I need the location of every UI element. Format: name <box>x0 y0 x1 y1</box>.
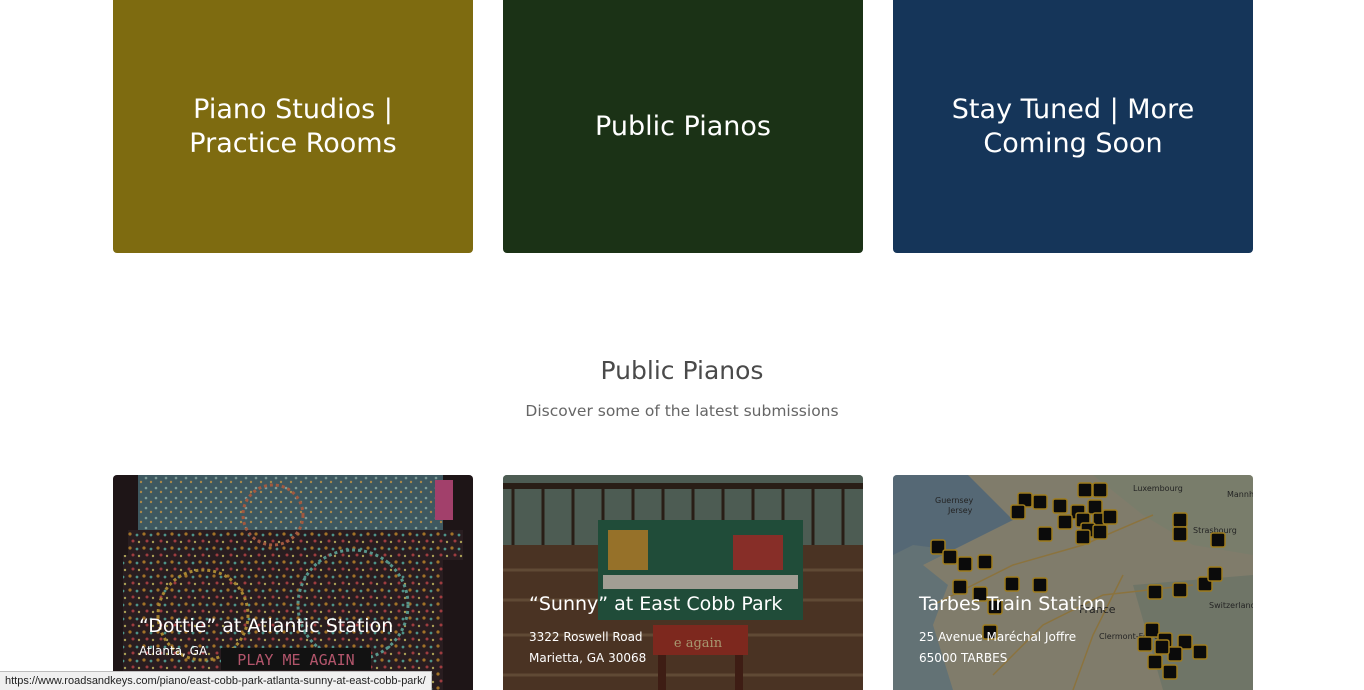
category-tile-label: Stay Tuned | More Coming Soon <box>951 93 1195 159</box>
piano-card-sunny[interactable]: e again “Sunny” at East Cobb Park 3322 R… <box>503 475 863 690</box>
card-text: Tarbes Train Station 25 Avenue Maréchal … <box>919 592 1237 669</box>
piano-address-line: 3322 Roswell Road <box>529 630 643 644</box>
category-tile-public-pianos[interactable]: Public Pianos <box>503 0 863 253</box>
piano-address-line: 65000 TARBES <box>919 651 1008 665</box>
piano-title: Tarbes Train Station <box>919 593 1106 615</box>
category-tile-piano-studios[interactable]: Piano Studios | Practice Rooms <box>113 0 473 253</box>
section-subtitle: Discover some of the latest submissions <box>525 402 839 420</box>
category-tile-coming-soon[interactable]: Stay Tuned | More Coming Soon <box>893 0 1253 253</box>
piano-address-line: 25 Avenue Maréchal Joffre <box>919 630 1077 644</box>
category-tile-label: Piano Studios | Practice Rooms <box>189 93 397 159</box>
section-title: Public Pianos <box>600 356 764 385</box>
category-tile-label: Public Pianos <box>595 110 771 142</box>
piano-title: “Dottie” at Atlantic Station <box>139 615 394 637</box>
piano-address-line: Atlanta, GA <box>139 644 208 658</box>
piano-title: “Sunny” at East Cobb Park <box>529 593 783 615</box>
piano-address-line: Marietta, GA 30068 <box>529 651 647 665</box>
status-bar-url: https://www.roadsandkeys.com/piano/east-… <box>0 671 432 690</box>
card-text: “Sunny” at East Cobb Park 3322 Roswell R… <box>529 592 847 669</box>
piano-card-tarbes[interactable]: Guernsey Jersey Luxembourg Mannh Strasbo… <box>893 475 1253 690</box>
piano-card-dottie[interactable]: PLAY ME AGAIN “Dottie” at Atlantic Stati… <box>113 475 473 690</box>
card-text: “Dottie” at Atlantic Station Atlanta, GA <box>139 614 457 662</box>
